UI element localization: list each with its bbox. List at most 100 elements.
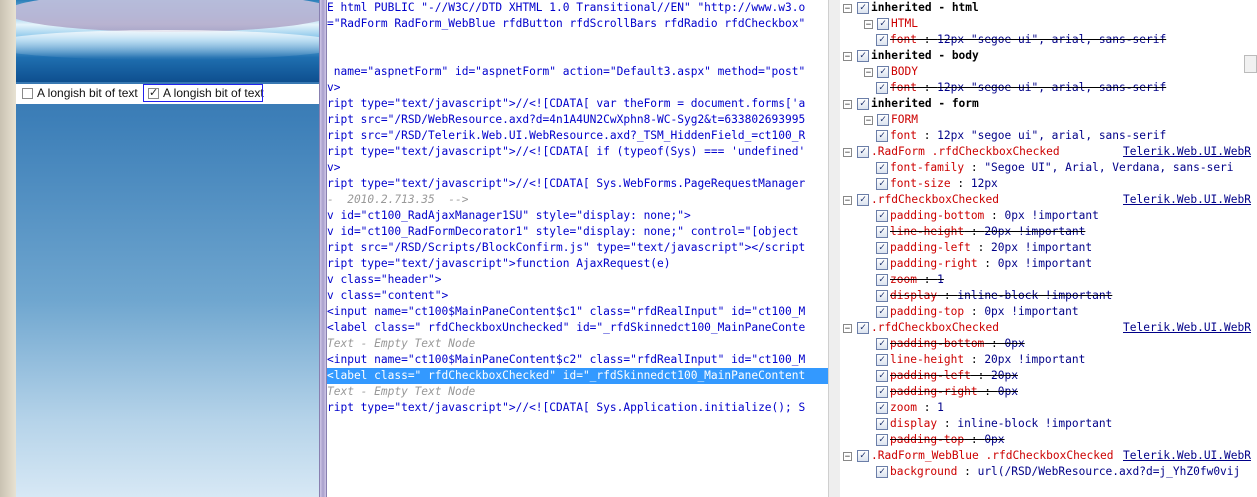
group-checkbox[interactable]: ✓ bbox=[857, 50, 869, 62]
css-property-row[interactable]: ✓ padding-right : 0px !important bbox=[840, 256, 1257, 272]
source-line[interactable]: v class="content"> bbox=[327, 288, 448, 304]
html-source-pane[interactable]: E html PUBLIC "-//W3C//DTD XHTML 1.0 Tra… bbox=[327, 0, 828, 497]
css-property-row[interactable]: ✓ padding-left : 20px !important bbox=[840, 240, 1257, 256]
group-checkbox[interactable]: ✓ bbox=[857, 98, 869, 110]
group-checkbox[interactable]: ✓ bbox=[857, 2, 869, 14]
source-line[interactable]: v id="ct100_RadFormDecorator1" style="di… bbox=[327, 224, 798, 240]
css-rule-row[interactable]: − ✓ .RadForm .rfdCheckboxChecked Telerik.We… bbox=[840, 144, 1257, 160]
css-property-row[interactable]: ✓ padding-top : 0px !important bbox=[840, 304, 1257, 320]
source-line[interactable]: v> bbox=[327, 80, 340, 96]
css-property-row[interactable]: ✓ zoom : 1 bbox=[840, 400, 1257, 416]
css-property-row[interactable]: ✓ font : 12px "segoe ui", arial, sans-ser… bbox=[840, 80, 1257, 96]
collapse-toggle-icon[interactable]: − bbox=[843, 148, 852, 158]
rule-checkbox[interactable]: ✓ bbox=[857, 146, 869, 158]
source-line[interactable]: v id="ct100_RadAjaxManager1SU" style="di… bbox=[327, 208, 691, 224]
source-line[interactable]: ript type="text/javascript">//<![CDATA[ … bbox=[327, 144, 805, 160]
css-property-row[interactable]: ✓ display : inline-block !important bbox=[840, 288, 1257, 304]
source-line[interactable]: <label class=" rfdCheckboxUnchecked" id=… bbox=[327, 320, 805, 336]
source-line[interactable]: Text - Empty Text Node bbox=[327, 336, 475, 352]
property-checkbox[interactable]: ✓ bbox=[876, 178, 888, 190]
selector-checkbox[interactable]: ✓ bbox=[877, 18, 889, 30]
source-line[interactable]: ript type="text/javascript">//<![CDATA[ … bbox=[327, 176, 805, 192]
property-value[interactable]: 0px bbox=[998, 385, 1018, 398]
source-line[interactable]: ript src="/RSD/WebResource.axd?d=4n1A4UN… bbox=[327, 112, 805, 128]
css-property-row[interactable]: ✓ padding-right : 0px bbox=[840, 384, 1257, 400]
property-value[interactable]: "Segoe UI", Arial, Verdana, sans-seri bbox=[984, 161, 1233, 174]
source-line[interactable]: - 2010.2.713.35 --> bbox=[327, 192, 468, 208]
property-checkbox[interactable]: ✓ bbox=[876, 274, 888, 286]
collapse-toggle-icon[interactable]: − bbox=[843, 324, 852, 334]
checkbox-1[interactable] bbox=[22, 88, 33, 99]
css-property-row[interactable]: ✓ padding-bottom : 0px bbox=[840, 336, 1257, 352]
rule-checkbox[interactable]: ✓ bbox=[857, 322, 869, 334]
property-value[interactable]: 0px !important bbox=[984, 305, 1078, 318]
css-property-row[interactable]: ✓ font-size : 12px bbox=[840, 176, 1257, 192]
property-value[interactable]: 20px !important bbox=[984, 225, 1085, 238]
property-value[interactable]: 0px !important bbox=[998, 257, 1092, 270]
property-value[interactable]: 12px "segoe ui", arial, sans-serif bbox=[937, 33, 1166, 46]
css-property-row[interactable]: ✓ font-family : "Segoe UI", Arial, Verdan… bbox=[840, 160, 1257, 176]
property-value[interactable]: 12px bbox=[971, 177, 998, 190]
source-line[interactable]: <input name="ct100$MainPaneContent$c2" c… bbox=[327, 352, 805, 368]
property-checkbox[interactable]: ✓ bbox=[876, 290, 888, 302]
property-value[interactable]: 20px !important bbox=[991, 241, 1092, 254]
css-property-row[interactable]: ✓ font : 12px "segoe ui", arial, sans-ser… bbox=[840, 128, 1257, 144]
css-property-row[interactable]: ✓ background : url(/RSD/WebResource.axd?d… bbox=[840, 464, 1257, 480]
property-checkbox[interactable]: ✓ bbox=[876, 386, 888, 398]
property-checkbox[interactable]: ✓ bbox=[876, 162, 888, 174]
css-rule-row[interactable]: − ✓ .rfdCheckboxChecked Telerik.Web.UI.WebR bbox=[840, 192, 1257, 208]
property-value[interactable]: 12px "segoe ui", arial, sans-serif bbox=[937, 129, 1166, 142]
collapse-toggle-icon[interactable]: − bbox=[843, 100, 852, 110]
rule-source-link[interactable]: Telerik.Web.UI.WebR bbox=[1123, 192, 1257, 208]
source-line[interactable]: ="RadForm RadForm_WebBlue rfdButton rfdS… bbox=[327, 16, 805, 32]
source-line[interactable]: Text - Empty Text Node bbox=[327, 384, 475, 400]
rule-checkbox[interactable]: ✓ bbox=[857, 194, 869, 206]
property-value[interactable]: 20px !important bbox=[984, 353, 1085, 366]
source-line[interactable]: E html PUBLIC "-//W3C//DTD XHTML 1.0 Tra… bbox=[327, 0, 805, 16]
inherited-group-row[interactable]: − ✓ inherited - body bbox=[840, 48, 1257, 64]
property-checkbox[interactable]: ✓ bbox=[876, 242, 888, 254]
property-checkbox[interactable]: ✓ bbox=[876, 434, 888, 446]
property-checkbox[interactable]: ✓ bbox=[876, 466, 888, 478]
selector-row[interactable]: − ✓ FORM bbox=[840, 112, 1257, 128]
css-property-row[interactable]: ✓ padding-left : 20px bbox=[840, 368, 1257, 384]
inherited-group-row[interactable]: − ✓ inherited - html bbox=[840, 0, 1257, 16]
property-value[interactable]: 1 bbox=[937, 401, 944, 414]
source-line[interactable]: name="aspnetForm" id="aspnetForm" action… bbox=[327, 64, 805, 80]
collapse-toggle-icon[interactable]: − bbox=[864, 68, 873, 78]
css-property-row[interactable]: ✓ line-height : 20px !important bbox=[840, 224, 1257, 240]
source-line[interactable]: ript type="text/javascript">//<![CDATA[ … bbox=[327, 400, 805, 416]
rule-source-link[interactable]: Telerik.Web.UI.WebR bbox=[1123, 320, 1257, 336]
css-rules-pane[interactable]: − ✓ inherited - html − ✓ HTML ✓ font : 12px "se… bbox=[840, 0, 1257, 497]
css-rule-row[interactable]: − ✓ .RadForm_WebBlue .rfdCheckboxChecked Te… bbox=[840, 448, 1257, 464]
source-line[interactable]: <input name="ct100$MainPaneContent$c1" c… bbox=[327, 304, 805, 320]
collapse-toggle-icon[interactable]: − bbox=[843, 4, 852, 14]
property-checkbox[interactable]: ✓ bbox=[876, 34, 888, 46]
source-line[interactable]: v> bbox=[327, 160, 340, 176]
property-value[interactable]: 1 bbox=[937, 273, 944, 286]
source-line-selected[interactable]: <label class=" rfdCheckboxChecked" id="_… bbox=[327, 368, 828, 384]
css-property-row[interactable]: ✓ padding-top : 0px bbox=[840, 432, 1257, 448]
property-checkbox[interactable]: ✓ bbox=[876, 402, 888, 414]
scrollbar-button[interactable] bbox=[1244, 55, 1257, 73]
property-checkbox[interactable]: ✓ bbox=[876, 226, 888, 238]
source-line[interactable]: ript src="/RSD/Scripts/BlockConfirm.js" … bbox=[327, 240, 805, 256]
property-checkbox[interactable]: ✓ bbox=[876, 418, 888, 430]
property-checkbox[interactable]: ✓ bbox=[876, 354, 888, 366]
property-value[interactable]: 0px bbox=[984, 433, 1004, 446]
property-checkbox[interactable]: ✓ bbox=[876, 210, 888, 222]
collapse-toggle-icon[interactable]: − bbox=[843, 452, 852, 462]
selector-checkbox[interactable]: ✓ bbox=[877, 114, 889, 126]
css-property-row[interactable]: ✓ line-height : 20px !important bbox=[840, 352, 1257, 368]
rule-source-link[interactable]: Telerik.Web.UI.WebR bbox=[1123, 144, 1257, 160]
source-line[interactable]: ript type="text/javascript">function Aja… bbox=[327, 256, 671, 272]
property-value[interactable]: 0px bbox=[1005, 337, 1025, 350]
selector-row[interactable]: − ✓ BODY bbox=[840, 64, 1257, 80]
collapse-toggle-icon[interactable]: − bbox=[843, 52, 852, 62]
collapse-toggle-icon[interactable]: − bbox=[864, 116, 873, 126]
property-checkbox[interactable]: ✓ bbox=[876, 306, 888, 318]
css-property-row[interactable]: ✓ zoom : 1 bbox=[840, 272, 1257, 288]
property-value[interactable]: inline-block !important bbox=[957, 417, 1112, 430]
property-value[interactable]: inline-block !important bbox=[957, 289, 1112, 302]
pane-splitter[interactable] bbox=[319, 0, 327, 497]
